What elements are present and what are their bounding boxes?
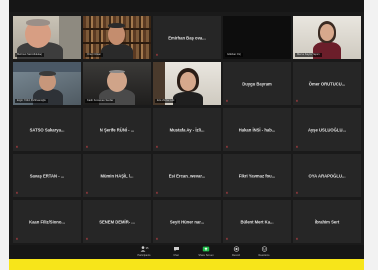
- participant-tile[interactable]: Gökhan Orç: [223, 16, 291, 59]
- participant-tile[interactable]: Kadir Kocaman Serdar: [83, 62, 151, 105]
- participant-name: Kaan Filiz/Siono...: [29, 219, 65, 224]
- participant-tile[interactable]: Merve Kayra Yapıcı: [293, 16, 361, 59]
- participant-name: Hakan İNSİ - hab...: [238, 127, 276, 132]
- participant-label: Merve Kayra Yapıcı: [295, 53, 322, 57]
- mic-muted-icon: ✕: [225, 237, 229, 241]
- participant-label: Gökhan Orç: [225, 53, 243, 57]
- participant-name: Savaş ERTAN - ...: [29, 173, 65, 178]
- mic-muted-icon: ✕: [85, 145, 89, 149]
- participant-name: Esi Ercan_wevar...: [168, 173, 206, 178]
- mic-muted-icon: ✕: [85, 191, 89, 195]
- participant-tile[interactable]: Fikri Yavmaz fou... ✕: [223, 154, 291, 197]
- participant-name: SATSO Sakarya...: [29, 127, 65, 132]
- mic-muted-icon: ✕: [155, 145, 159, 149]
- participant-tile[interactable]: Duygu Bayram ✕: [223, 62, 291, 105]
- participants-button[interactable]: 35 Participants: [133, 246, 155, 258]
- reactions-button[interactable]: Reactions: [253, 246, 275, 258]
- participant-tile[interactable]: Mustafa Ay - İzli... ✕: [153, 108, 221, 151]
- participant-name: Ayşe USLUOĞLU...: [307, 127, 346, 132]
- meeting-toolbar: 35 Participants Chat Share Screen Record: [9, 245, 364, 259]
- participant-label: Ergin Yıldız Pehlivanoğlu: [15, 99, 48, 103]
- reactions-icon: [253, 246, 275, 254]
- mic-muted-icon: ✕: [15, 145, 19, 149]
- participant-tile[interactable]: Ömer ORUTUCU... ✕: [293, 62, 361, 105]
- participant-name: Seyit Hüner nar...: [169, 219, 205, 224]
- yellow-strip: [9, 259, 364, 270]
- mic-muted-icon: ✕: [295, 191, 299, 195]
- participant-tile[interactable]: Kaan Filiz/Siono... ✕: [13, 200, 81, 243]
- participant-name: Duygu Bayram: [242, 81, 272, 86]
- mic-muted-icon: ✕: [15, 237, 19, 241]
- participant-tile[interactable]: Onur Özkan: [83, 16, 151, 59]
- participant-tile[interactable]: Esi Ercan_wevar... ✕: [153, 154, 221, 197]
- chat-icon: [165, 246, 187, 254]
- participant-name: OYA ARAPOĞLU...: [308, 173, 346, 178]
- mic-muted-icon: ✕: [295, 145, 299, 149]
- participant-label: Mehmet Sait Altıkulaç: [15, 53, 44, 57]
- mic-muted-icon: ✕: [225, 191, 229, 195]
- participant-tile[interactable]: SATSO Sakarya... ✕: [13, 108, 81, 151]
- chat-label: Chat: [173, 254, 179, 257]
- participant-label: Kadir Kocaman Serdar: [85, 99, 116, 103]
- participant-tile[interactable]: Ayşe USLUOĞLU... ✕: [293, 108, 361, 151]
- record-label: Record: [231, 254, 241, 257]
- mic-muted-icon: ✕: [85, 237, 89, 241]
- mic-muted-icon: ✕: [155, 237, 159, 241]
- participant-tile[interactable]: Seyit Hüner nar... ✕: [153, 200, 221, 243]
- participant-tile[interactable]: Emirhan Baş ova... ✕: [153, 16, 221, 59]
- mic-muted-icon: ✕: [15, 191, 19, 195]
- participants-icon: 35: [133, 246, 155, 254]
- participant-tile[interactable]: Hakan İNSİ - hab... ✕: [223, 108, 291, 151]
- share-screen-button[interactable]: Share Screen: [195, 246, 217, 258]
- participant-tile[interactable]: Savaş ERTAN - ... ✕: [13, 154, 81, 197]
- share-screen-label: Share Screen: [198, 254, 214, 257]
- participant-name: Mümin HAŞİL /...: [100, 173, 134, 178]
- mic-muted-icon: ✕: [225, 99, 229, 103]
- participant-name: Emirhan Baş ova...: [168, 35, 206, 40]
- gallery-grid: Mehmet Sait Altıkulaç Onur Özkan Emirhan…: [13, 16, 361, 243]
- participant-name: SENEM DEMİR- ...: [99, 219, 135, 224]
- participant-tile[interactable]: Ece Zorba Gök: [153, 62, 221, 105]
- participant-tile[interactable]: N Şerife RÜNİ - ... ✕: [83, 108, 151, 151]
- participant-count: 35: [145, 246, 148, 250]
- share-screen-icon: [195, 246, 217, 254]
- participant-label: Onur Özkan: [85, 53, 103, 57]
- participant-tile[interactable]: Bülent Mert Ka... ✕: [223, 200, 291, 243]
- participant-tile[interactable]: Mehmet Sait Altıkulaç: [13, 16, 81, 59]
- chat-button[interactable]: Chat: [165, 246, 187, 258]
- participant-name: Mustafa Ay - İzli...: [169, 127, 205, 132]
- participant-tile[interactable]: OYA ARAPOĞLU... ✕: [293, 154, 361, 197]
- mic-muted-icon: ✕: [295, 237, 299, 241]
- participant-tile[interactable]: İbrahim Sert ✕: [293, 200, 361, 243]
- participant-name: Ömer ORUTUCU...: [308, 81, 346, 86]
- participant-tile[interactable]: Ergin Yıldız Pehlivanoğlu: [13, 62, 81, 105]
- mic-muted-icon: ✕: [155, 191, 159, 195]
- participant-name: Fikri Yavmaz fou...: [238, 173, 276, 178]
- participants-label: Participants: [137, 254, 151, 257]
- reactions-label: Reactions: [258, 254, 270, 257]
- mic-muted-icon: ✕: [225, 145, 229, 149]
- mic-muted-icon: ✕: [295, 99, 299, 103]
- zoom-window: Mehmet Sait Altıkulaç Onur Özkan Emirhan…: [9, 0, 364, 259]
- participant-name: Bülent Mert Ka...: [240, 219, 274, 224]
- record-icon: [225, 246, 247, 254]
- participant-tile[interactable]: SENEM DEMİR- ... ✕: [83, 200, 151, 243]
- participant-name: N Şerife RÜNİ - ...: [99, 127, 135, 132]
- record-button[interactable]: Record: [225, 246, 247, 258]
- top-bar: [9, 0, 364, 12]
- participant-name: İbrahim Sert: [314, 219, 340, 224]
- participant-label: Ece Zorba Gök: [155, 99, 177, 103]
- participant-tile[interactable]: Mümin HAŞİL /... ✕: [83, 154, 151, 197]
- mic-muted-icon: ✕: [155, 53, 159, 57]
